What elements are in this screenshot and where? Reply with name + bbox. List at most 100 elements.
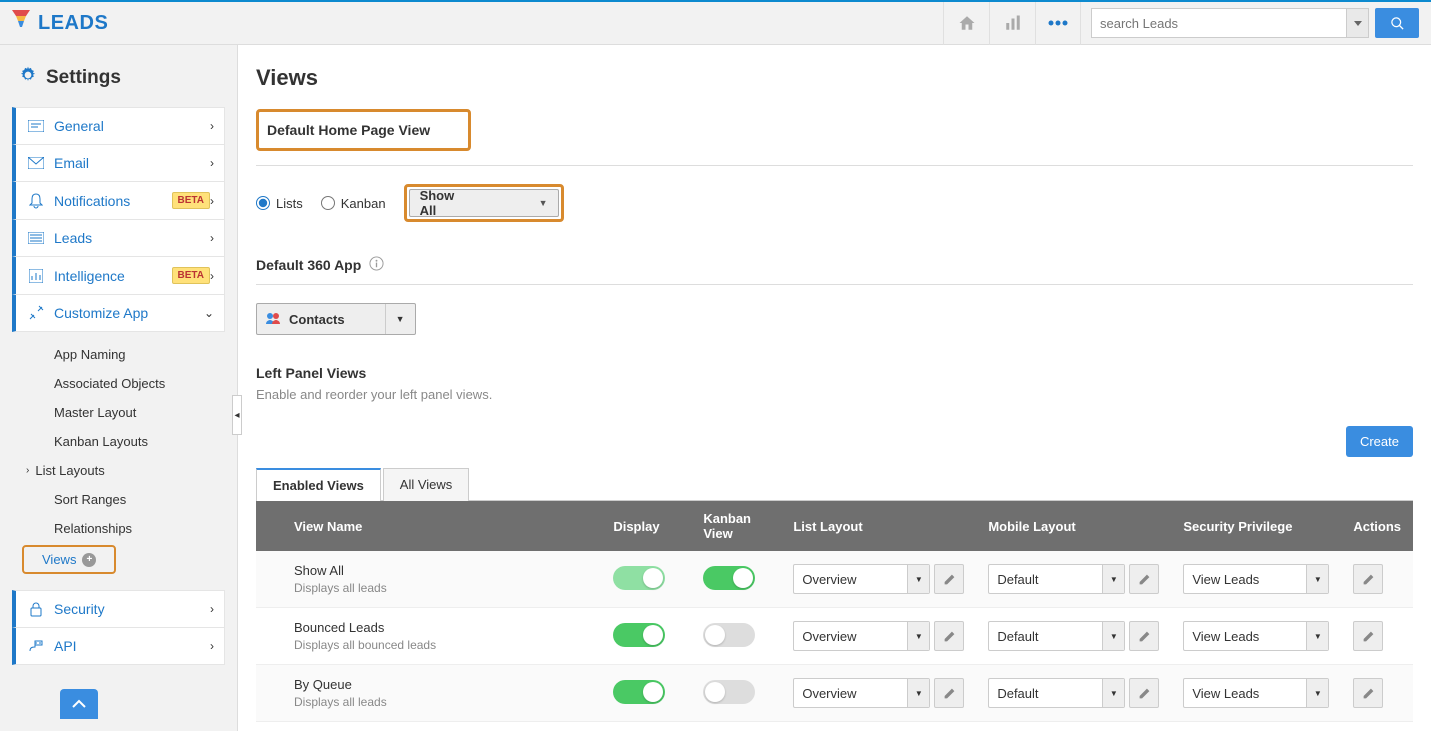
more-icon[interactable]	[1035, 2, 1081, 45]
list-layout-select[interactable]: Overview▼	[793, 678, 930, 708]
sidebar: Settings General › Email › Notifications…	[0, 45, 238, 731]
chevron-right-icon: ›	[210, 639, 214, 653]
caret-down-icon: ▼	[529, 198, 558, 208]
caret-down-icon: ▼	[1102, 565, 1124, 593]
collapse-sidebar-handle[interactable]: ◂	[232, 395, 242, 435]
display-toggle[interactable]	[613, 566, 665, 590]
table-row: Bounced LeadsDisplays all bounced leadsO…	[256, 608, 1413, 665]
plus-icon[interactable]: +	[82, 553, 96, 567]
create-button[interactable]: Create	[1346, 426, 1413, 457]
edit-list-button[interactable]	[934, 678, 964, 708]
view-name: Bounced Leads	[294, 620, 589, 635]
security-select[interactable]: View Leads▼	[1183, 564, 1329, 594]
sub-views[interactable]: Views +	[24, 547, 96, 572]
caret-down-icon: ▼	[907, 622, 929, 650]
list-layout-select[interactable]: Overview▼	[793, 621, 930, 651]
sidebar-header: Settings	[18, 65, 225, 91]
section-desc: Enable and reorder your left panel views…	[256, 387, 1413, 402]
search-button[interactable]	[1375, 8, 1419, 38]
home-view-dropdown[interactable]: Show All ▼	[409, 189, 559, 217]
sidebar-item-intelligence[interactable]: Intelligence BETA ›	[12, 257, 225, 295]
caret-down-icon: ▼	[1306, 565, 1328, 593]
caret-down-icon: ▼	[907, 565, 929, 593]
chevron-right-icon: ›	[26, 465, 29, 476]
sub-app-naming[interactable]: App Naming	[20, 340, 225, 369]
mobile-layout-select[interactable]: Default▼	[988, 564, 1125, 594]
sub-sort-ranges[interactable]: Sort Ranges	[20, 485, 225, 514]
sidebar-item-api[interactable]: API ›	[12, 628, 225, 665]
th-mobile: Mobile Layout	[976, 501, 1171, 551]
chart-icon[interactable]	[989, 2, 1035, 45]
bell-icon	[26, 193, 46, 209]
radio-kanban-input[interactable]	[321, 196, 335, 210]
envelope-icon	[26, 157, 46, 169]
caret-down-icon: ▼	[1102, 622, 1124, 650]
radio-kanban[interactable]: Kanban	[321, 196, 386, 211]
th-view-name: View Name	[282, 501, 601, 551]
th-display: Display	[601, 501, 691, 551]
app-logo[interactable]: LEADS	[12, 10, 108, 36]
search-group	[1091, 8, 1419, 38]
tab-enabled-views[interactable]: Enabled Views	[256, 468, 381, 501]
radio-lists-input[interactable]	[256, 196, 270, 210]
th-kanban: Kanban View	[691, 501, 781, 551]
view-name: By Queue	[294, 677, 589, 692]
kanban-toggle[interactable]	[703, 623, 755, 647]
table-row: Show AllDisplays all leadsOverview▼Defau…	[256, 551, 1413, 608]
sub-master-layout[interactable]: Master Layout	[20, 398, 225, 427]
contacts-icon	[265, 311, 281, 328]
caret-down-icon: ▼	[385, 304, 415, 334]
card-icon	[26, 120, 46, 132]
edit-list-button[interactable]	[934, 621, 964, 651]
sub-list-layouts[interactable]: ›List Layouts	[20, 456, 225, 485]
kanban-toggle[interactable]	[703, 680, 755, 704]
sidebar-item-general[interactable]: General ›	[12, 107, 225, 145]
edit-mobile-button[interactable]	[1129, 621, 1159, 651]
search-dropdown-caret[interactable]	[1347, 8, 1369, 38]
default-360-dropdown[interactable]: Contacts ▼	[256, 303, 416, 335]
search-input[interactable]	[1091, 8, 1347, 38]
radio-lists[interactable]: Lists	[256, 196, 303, 211]
edit-mobile-button[interactable]	[1129, 678, 1159, 708]
page-title: Views	[256, 65, 1413, 91]
home-icon[interactable]	[943, 2, 989, 45]
table-row: By DirectoryDisplays leads by directoryO…	[256, 722, 1413, 731]
chevron-down-icon: ⌄	[204, 306, 214, 320]
sub-kanban-layouts[interactable]: Kanban Layouts	[20, 427, 225, 456]
row-edit-button[interactable]	[1353, 678, 1383, 708]
tab-all-views[interactable]: All Views	[383, 468, 470, 501]
sidebar-item-leads[interactable]: Leads ›	[12, 220, 225, 257]
edit-list-button[interactable]	[934, 564, 964, 594]
kanban-toggle[interactable]	[703, 566, 755, 590]
section-default-360: Default 360 App	[256, 257, 361, 273]
list-layout-select[interactable]: Overview▼	[793, 564, 930, 594]
display-toggle[interactable]	[613, 623, 665, 647]
home-view-dropdown-highlight: Show All ▼	[404, 184, 564, 222]
row-edit-button[interactable]	[1353, 564, 1383, 594]
sidebar-item-email[interactable]: Email ›	[12, 145, 225, 182]
view-desc: Displays all leads	[294, 581, 589, 595]
security-select[interactable]: View Leads▼	[1183, 678, 1329, 708]
beta-badge: BETA	[172, 192, 210, 209]
caret-down-icon: ▼	[1306, 679, 1328, 707]
topbar: LEADS	[0, 0, 1431, 45]
chevron-right-icon: ›	[210, 119, 214, 133]
chevron-right-icon: ›	[210, 269, 214, 283]
edit-mobile-button[interactable]	[1129, 564, 1159, 594]
mobile-layout-select[interactable]: Default▼	[988, 621, 1125, 651]
sidebar-item-security[interactable]: Security ›	[12, 590, 225, 628]
sidebar-item-customize-app[interactable]: Customize App ⌄	[12, 295, 225, 332]
view-desc: Displays all leads	[294, 695, 589, 709]
sidebar-item-notifications[interactable]: Notifications BETA ›	[12, 182, 225, 220]
sub-associated-objects[interactable]: Associated Objects	[20, 369, 225, 398]
mobile-layout-select[interactable]: Default▼	[988, 678, 1125, 708]
row-edit-button[interactable]	[1353, 621, 1383, 651]
display-toggle[interactable]	[613, 680, 665, 704]
info-icon[interactable]	[369, 256, 384, 274]
sub-relationships[interactable]: Relationships	[20, 514, 225, 543]
chevron-right-icon: ›	[210, 194, 214, 208]
funnel-icon	[12, 10, 30, 36]
security-select[interactable]: View Leads▼	[1183, 621, 1329, 651]
scroll-up-button[interactable]	[60, 689, 98, 719]
plug-icon	[26, 639, 46, 653]
